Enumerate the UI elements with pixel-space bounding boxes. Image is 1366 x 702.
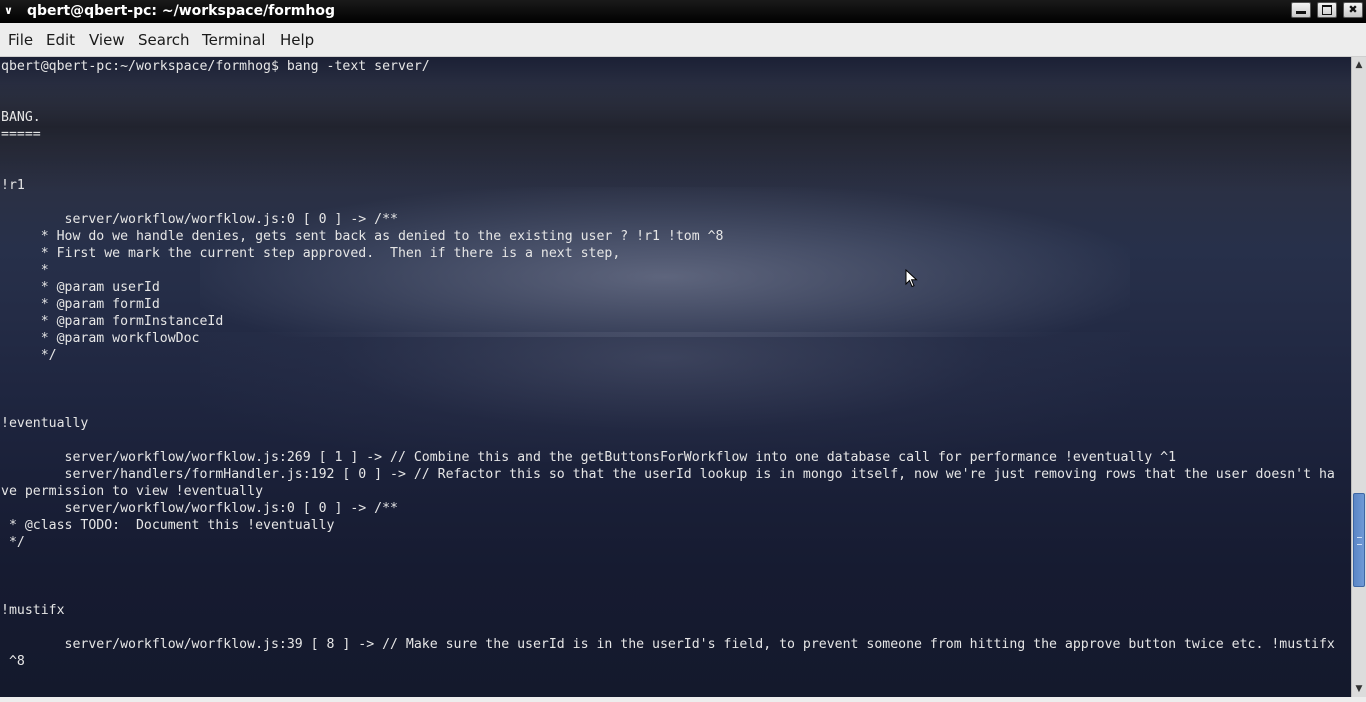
- menu-item-terminal[interactable]: Terminal: [202, 32, 265, 49]
- terminal-line: !eventually: [1, 416, 89, 431]
- minimize-button[interactable]: [1291, 2, 1311, 18]
- minimize-icon: [1296, 11, 1306, 14]
- terminal-line: * @class TODO: Document this !eventually: [1, 518, 335, 533]
- terminal-line: ve permission to view !eventually: [1, 484, 264, 499]
- terminal-line: BANG.: [1, 110, 41, 125]
- terminal-line: * How do we handle denies, gets sent bac…: [1, 229, 724, 244]
- terminal-line: server/workflow/worfklow.js:0 [ 0 ] -> /…: [1, 212, 398, 227]
- scrollbar-thumb[interactable]: [1353, 493, 1365, 587]
- terminal-line: * @param workflowDoc: [1, 331, 200, 346]
- menu-item-file[interactable]: File: [8, 32, 33, 49]
- window-menu-chevron-icon[interactable]: ∨: [4, 3, 18, 19]
- terminal-line: server/workflow/worfklow.js:39 [ 8 ] -> …: [1, 637, 1335, 652]
- scroll-down-arrow-icon[interactable]: ▼: [1352, 682, 1366, 696]
- menu-item-view[interactable]: View: [89, 32, 125, 49]
- maximize-icon: [1322, 5, 1332, 15]
- menu-bar: File Edit View Search Terminal Help: [0, 23, 1366, 57]
- close-icon: ✖: [1348, 3, 1358, 16]
- terminal-text: qbert@qbert-pc:~/workspace/formhog$ bang…: [1, 58, 1335, 687]
- menu-item-edit[interactable]: Edit: [46, 32, 75, 49]
- terminal-line: *: [1, 263, 49, 278]
- terminal-line: * First we mark the current step approve…: [1, 246, 621, 261]
- window-bottom-border: [0, 697, 1366, 702]
- window-title: qbert@qbert-pc: ~/workspace/formhog: [27, 3, 335, 19]
- terminal-line: !mustifx: [1, 603, 65, 618]
- vertical-scrollbar[interactable]: ▲ ▼: [1351, 57, 1366, 697]
- scroll-up-arrow-icon[interactable]: ▲: [1352, 58, 1366, 72]
- mouse-pointer-icon: [905, 269, 918, 288]
- terminal-line: * @param formInstanceId: [1, 314, 224, 329]
- terminal-line: server/handlers/formHandler.js:192 [ 0 ]…: [1, 467, 1335, 482]
- terminal-line: !r1: [1, 178, 25, 193]
- terminal-window: ∨ qbert@qbert-pc: ~/workspace/formhog ✖ …: [0, 0, 1366, 702]
- terminal-line: */: [1, 535, 25, 550]
- terminal-line: =====: [1, 127, 41, 142]
- maximize-button[interactable]: [1317, 2, 1337, 18]
- menu-item-search[interactable]: Search: [138, 32, 190, 49]
- menu-item-help[interactable]: Help: [280, 32, 314, 49]
- terminal-line: */: [1, 348, 57, 363]
- terminal-line: server/workflow/worfklow.js:269 [ 1 ] ->…: [1, 450, 1177, 465]
- close-button[interactable]: ✖: [1343, 2, 1363, 18]
- terminal-line: qbert@qbert-pc:~/workspace/formhog$ bang…: [1, 59, 430, 74]
- terminal-line: server/workflow/worfklow.js:0 [ 0 ] -> /…: [1, 501, 398, 516]
- terminal-output-area[interactable]: qbert@qbert-pc:~/workspace/formhog$ bang…: [0, 57, 1351, 697]
- terminal-line: * @param userId: [1, 280, 160, 295]
- grip-icon: [1357, 537, 1362, 545]
- terminal-line: * @param formId: [1, 297, 160, 312]
- title-bar[interactable]: ∨ qbert@qbert-pc: ~/workspace/formhog ✖: [0, 0, 1366, 23]
- terminal-line: ^8: [1, 654, 25, 669]
